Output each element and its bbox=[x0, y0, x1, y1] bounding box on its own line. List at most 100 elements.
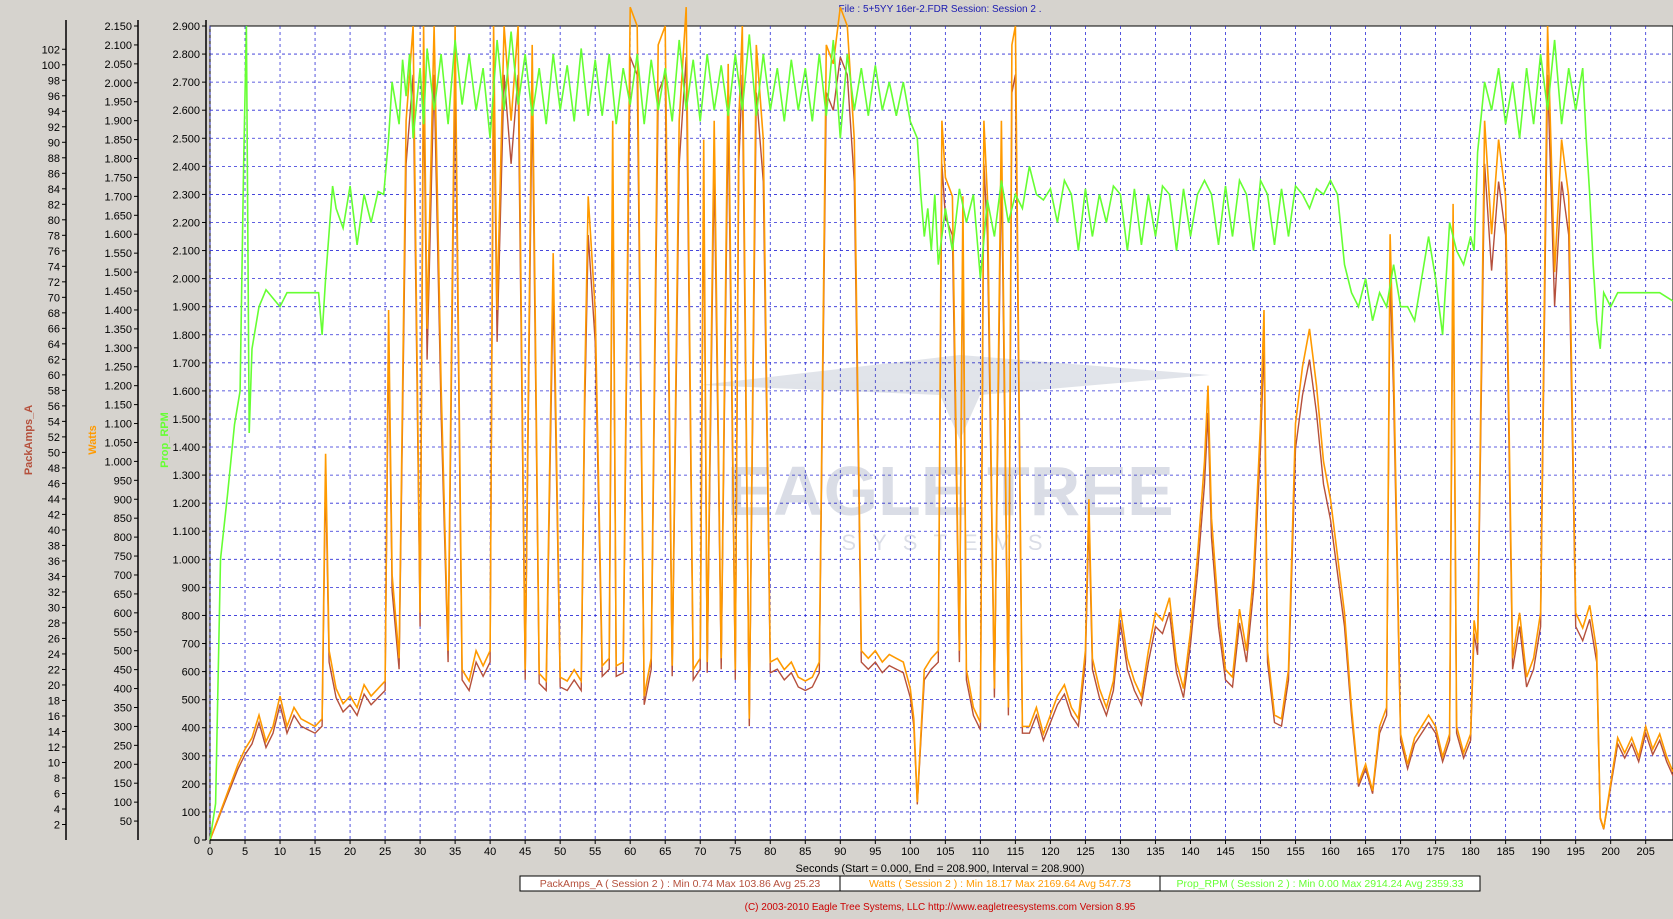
y-tick-label: 1.850 bbox=[104, 135, 132, 147]
y-tick-label: 1.500 bbox=[104, 267, 132, 279]
y-tick-label: 88 bbox=[48, 153, 60, 165]
y-tick-label: 34 bbox=[48, 571, 60, 583]
y-tick-label: 26 bbox=[48, 633, 60, 645]
y-tick-label: 100 bbox=[42, 60, 60, 72]
y-tick-label: 42 bbox=[48, 509, 60, 521]
y-tick-label: 1.700 bbox=[104, 191, 132, 203]
y-tick-label: 300 bbox=[182, 751, 200, 763]
legend: PackAmps_A ( Session 2 ) : Min 0.74 Max … bbox=[519, 875, 1481, 892]
y-tick-label: 1.150 bbox=[104, 400, 132, 412]
x-tick-label: 155 bbox=[1286, 846, 1304, 858]
x-tick-label: 10 bbox=[274, 846, 286, 858]
y-tick-label: 52 bbox=[48, 432, 60, 444]
y-tick-label: 98 bbox=[48, 75, 60, 87]
y-tick-label: 1.200 bbox=[104, 381, 132, 393]
y-tick-label: 1.450 bbox=[104, 286, 132, 298]
copyright-footer: (C) 2003-2010 Eagle Tree Systems, LLC ht… bbox=[745, 902, 1136, 913]
x-tick-label: 25 bbox=[379, 846, 391, 858]
y-tick-label: 2.050 bbox=[104, 59, 132, 71]
y-tick-label: 28 bbox=[48, 618, 60, 630]
y-tick-label: 54 bbox=[48, 416, 60, 428]
y-axis-title: Prop_RPM bbox=[159, 412, 171, 468]
x-tick-label: 125 bbox=[1076, 846, 1094, 858]
y-tick-label: 14 bbox=[48, 726, 60, 738]
y-tick-label: 1.200 bbox=[172, 498, 200, 510]
y-tick-label: 150 bbox=[114, 778, 132, 790]
y-tick-label: 10 bbox=[48, 757, 60, 769]
y-tick-label: 2 bbox=[54, 819, 60, 831]
y-tick-label: 0 bbox=[194, 835, 200, 847]
y-tick-label: 400 bbox=[114, 684, 132, 696]
legend-entry-label: PackAmps_A ( Session 2 ) : Min 0.74 Max … bbox=[540, 878, 821, 890]
y-tick-label: 38 bbox=[48, 540, 60, 552]
y-tick-label: 1.600 bbox=[104, 229, 132, 241]
x-tick-label: 15 bbox=[309, 846, 321, 858]
y-tick-label: 950 bbox=[114, 475, 132, 487]
x-tick-label: 165 bbox=[1356, 846, 1374, 858]
y-tick-label: 18 bbox=[48, 695, 60, 707]
y-tick-label: 20 bbox=[48, 680, 60, 692]
y-tick-label: 1.000 bbox=[172, 554, 200, 566]
x-tick-label: 200 bbox=[1601, 846, 1619, 858]
y-tick-label: 70 bbox=[48, 292, 60, 304]
x-tick-label: 190 bbox=[1531, 846, 1549, 858]
y-tick-label: 500 bbox=[182, 695, 200, 707]
y-tick-label: 4 bbox=[54, 804, 60, 816]
y-tick-label: 1.500 bbox=[172, 414, 200, 426]
x-tick-label: 185 bbox=[1496, 846, 1514, 858]
y-tick-label: 1.550 bbox=[104, 248, 132, 260]
y-tick-label: 600 bbox=[114, 608, 132, 620]
x-tick-label: 95 bbox=[869, 846, 881, 858]
watermark-title: EAGLE TREE bbox=[726, 452, 1173, 530]
y-tick-label: 350 bbox=[114, 702, 132, 714]
x-tick-label: 0 bbox=[207, 846, 213, 858]
y-tick-label: 66 bbox=[48, 323, 60, 335]
y-tick-label: 1.800 bbox=[104, 154, 132, 166]
y-tick-label: 650 bbox=[114, 589, 132, 601]
x-tick-label: 100 bbox=[901, 846, 919, 858]
x-tick-label: 135 bbox=[1146, 846, 1164, 858]
y-tick-label: 1.950 bbox=[104, 97, 132, 109]
y-tick-label: 64 bbox=[48, 339, 60, 351]
x-tick-label: 30 bbox=[414, 846, 426, 858]
x-tick-label: 180 bbox=[1461, 846, 1479, 858]
y-tick-label: 200 bbox=[114, 759, 132, 771]
y-tick-label: 94 bbox=[48, 106, 60, 118]
y-tick-label: 250 bbox=[114, 740, 132, 752]
y-tick-label: 24 bbox=[48, 649, 60, 661]
y-tick-label: 8 bbox=[54, 773, 60, 785]
x-tick-label: 90 bbox=[834, 846, 846, 858]
y-tick-label: 1.800 bbox=[172, 330, 200, 342]
x-tick-label: 170 bbox=[1391, 846, 1409, 858]
x-tick-label: 115 bbox=[1007, 846, 1025, 858]
y-tick-label: 200 bbox=[182, 779, 200, 791]
x-tick-label: 20 bbox=[344, 846, 356, 858]
y-tick-label: 2.800 bbox=[172, 49, 200, 61]
y-tick-label: 72 bbox=[48, 277, 60, 289]
x-tick-label: 175 bbox=[1426, 846, 1444, 858]
y-tick-label: 1.400 bbox=[104, 305, 132, 317]
y-tick-label: 86 bbox=[48, 168, 60, 180]
x-tick-label: 75 bbox=[729, 846, 741, 858]
y-tick-label: 22 bbox=[48, 664, 60, 676]
x-tick-label: 65 bbox=[659, 846, 671, 858]
y-tick-label: 46 bbox=[48, 478, 60, 490]
y-tick-label: 550 bbox=[114, 627, 132, 639]
y-tick-label: 700 bbox=[182, 639, 200, 651]
x-tick-label: 60 bbox=[624, 846, 636, 858]
y-tick-label: 1.400 bbox=[172, 442, 200, 454]
x-tick-label: 85 bbox=[799, 846, 811, 858]
x-tick-label: 195 bbox=[1566, 846, 1584, 858]
x-tick-label: 110 bbox=[972, 846, 990, 858]
y-tick-label: 2.100 bbox=[172, 246, 200, 258]
y-tick-label: 78 bbox=[48, 230, 60, 242]
y-tick-label: 82 bbox=[48, 199, 60, 211]
y-tick-label: 1.650 bbox=[104, 210, 132, 222]
y-tick-label: 92 bbox=[48, 122, 60, 134]
y-tick-label: 300 bbox=[114, 721, 132, 733]
x-tick-label: 50 bbox=[554, 846, 566, 858]
watermark-subtitle: SYSTEMS bbox=[841, 530, 1058, 555]
y-tick-label: 74 bbox=[48, 261, 60, 273]
y-tick-label: 32 bbox=[48, 587, 60, 599]
y-tick-label: 1.900 bbox=[172, 302, 200, 314]
